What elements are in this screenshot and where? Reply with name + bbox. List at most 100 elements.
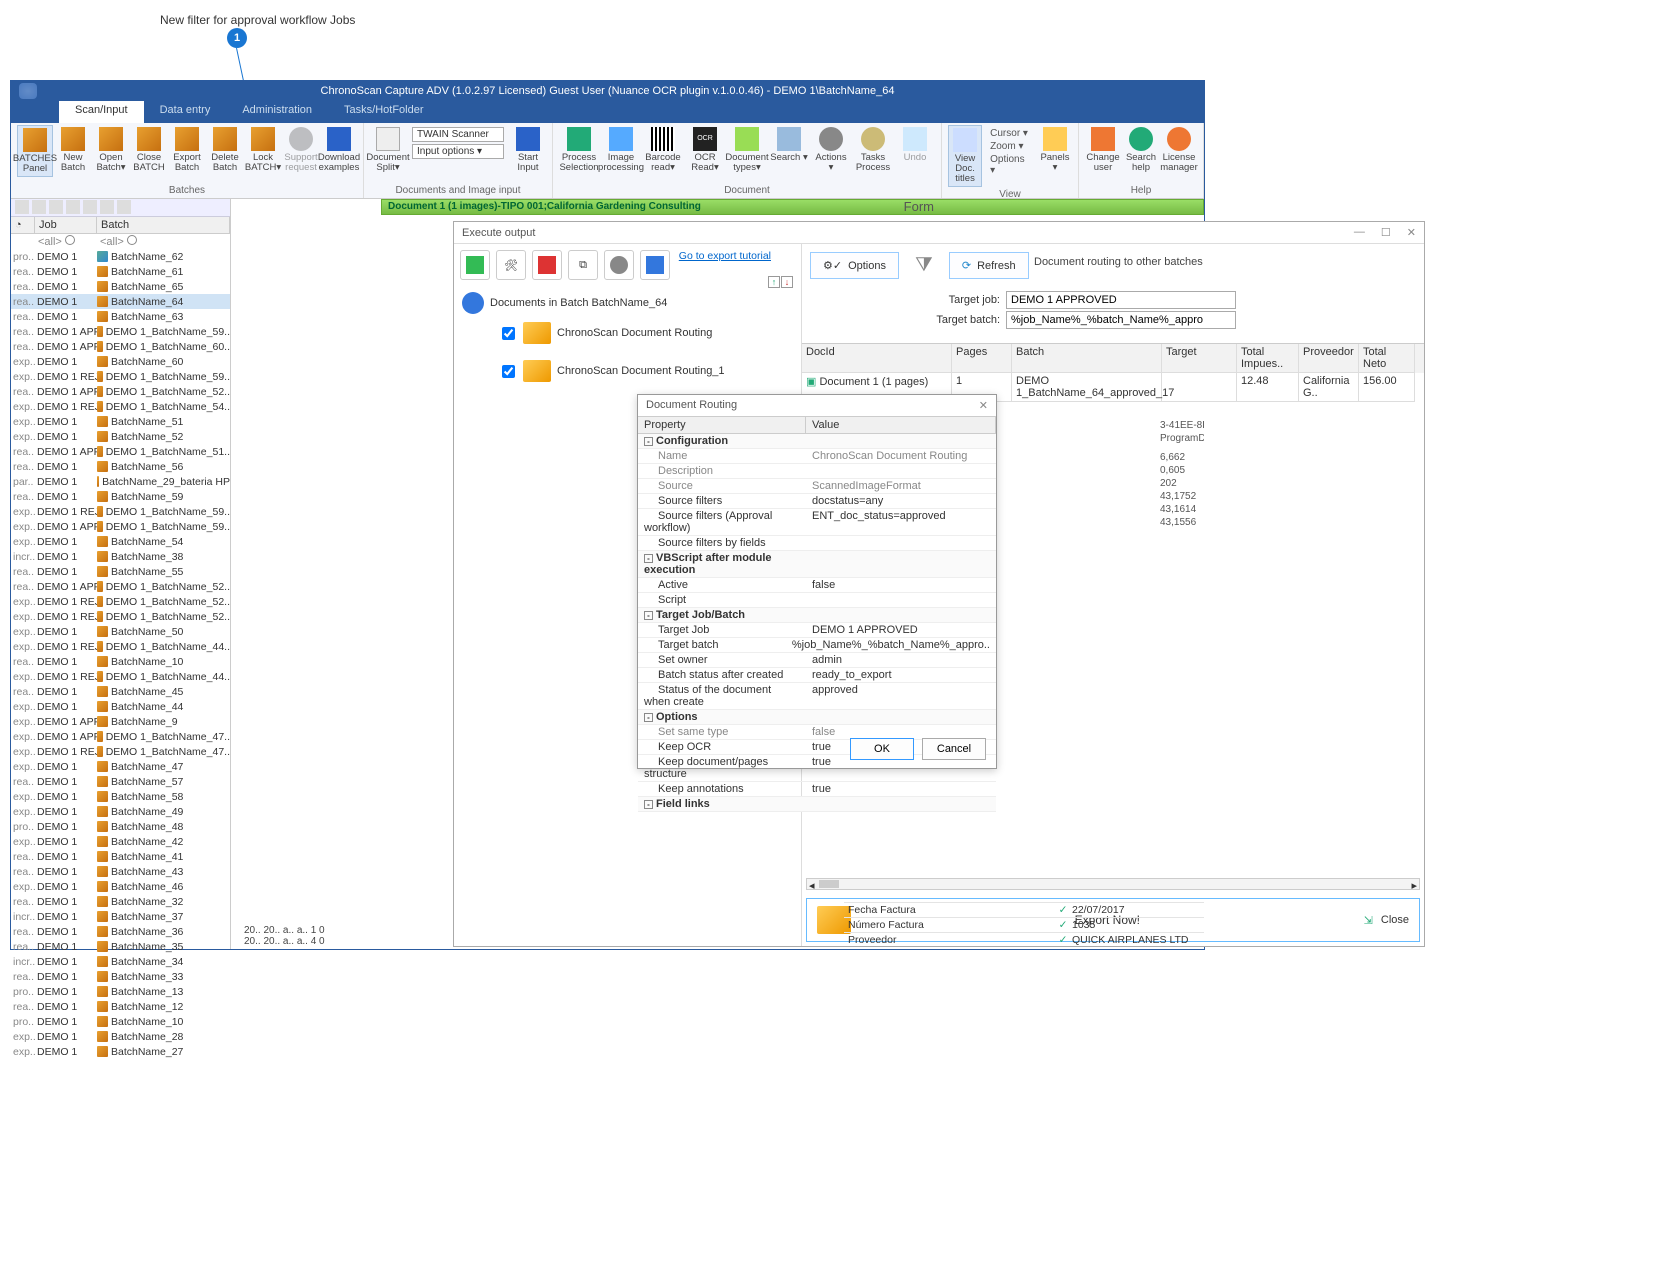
property-row[interactable]: -Target Job/Batch: [638, 608, 996, 623]
open-batch-button[interactable]: Open Batch▾: [93, 125, 129, 177]
batch-row[interactable]: exp..DEMO 1BatchName_47: [11, 759, 230, 774]
batch-row[interactable]: exp..DEMO 1 REJ..DEMO 1_BatchName_59..: [11, 504, 230, 519]
col-batch[interactable]: Batch: [97, 217, 230, 233]
batch-row[interactable]: rea..DEMO 1BatchName_64: [11, 294, 230, 309]
property-row[interactable]: -Field links: [638, 797, 996, 812]
barcode-read-button[interactable]: Barcode read▾: [643, 125, 683, 175]
close-batch-button[interactable]: Close BATCH: [131, 125, 167, 177]
dialog-close-button[interactable]: ✕: [979, 399, 988, 412]
view-doc-titles-button[interactable]: View Doc. titles: [948, 125, 982, 187]
property-row[interactable]: Description: [638, 464, 996, 479]
document-split-button[interactable]: Document Split▾: [370, 125, 406, 175]
property-row[interactable]: Source filters (Approval workflow)ENT_do…: [638, 509, 996, 536]
expand-toggle[interactable]: -: [644, 800, 653, 809]
property-row[interactable]: -Options: [638, 710, 996, 725]
batch-row[interactable]: rea..DEMO 1BatchName_61: [11, 264, 230, 279]
license-manager-button[interactable]: License manager: [1161, 125, 1197, 175]
batch-row[interactable]: rea..DEMO 1BatchName_41: [11, 849, 230, 864]
batch-row[interactable]: exp..DEMO 1BatchName_46: [11, 879, 230, 894]
batch-row[interactable]: exp..DEMO 1BatchName_42: [11, 834, 230, 849]
batch-row[interactable]: pro..DEMO 1BatchName_13: [11, 984, 230, 999]
zoom-menu[interactable]: Zoom ▾: [990, 141, 1030, 152]
batch-row[interactable]: par..DEMO 1BatchName_29_bateria HP: [11, 474, 230, 489]
col-batch[interactable]: Batch: [1012, 344, 1162, 373]
batch-row[interactable]: exp..DEMO 1BatchName_49: [11, 804, 230, 819]
tab-data-entry[interactable]: Data entry: [144, 101, 227, 123]
batch-row[interactable]: exp..DEMO 1BatchName_52: [11, 429, 230, 444]
batch-row[interactable]: rea..DEMO 1BatchName_35: [11, 939, 230, 954]
export-tutorial-link[interactable]: Go to export tutorial: [679, 250, 771, 262]
expand-toggle[interactable]: -: [644, 611, 653, 620]
batch-row[interactable]: exp..DEMO 1BatchName_51: [11, 414, 230, 429]
search-help-button[interactable]: Search help: [1123, 125, 1159, 175]
ok-button[interactable]: OK: [850, 738, 914, 760]
batch-row[interactable]: rea..DEMO 1BatchName_45: [11, 684, 230, 699]
save-button[interactable]: [640, 250, 670, 280]
batch-row[interactable]: exp..DEMO 1 REJ..DEMO 1_BatchName_59..: [11, 369, 230, 384]
expand-toggle[interactable]: -: [644, 554, 653, 563]
lock-batch-button[interactable]: Lock BATCH▾: [245, 125, 281, 177]
close-button[interactable]: ⇲Close: [1364, 914, 1409, 927]
tool-icon[interactable]: [49, 200, 63, 214]
undo-button[interactable]: Undo: [895, 125, 935, 175]
batch-row[interactable]: exp..DEMO 1BatchName_60: [11, 354, 230, 369]
property-row[interactable]: Source filtersdocstatus=any: [638, 494, 996, 509]
move-up-button[interactable]: ↑: [768, 276, 780, 288]
batch-row[interactable]: exp..DEMO 1BatchName_50: [11, 624, 230, 639]
form-field-row[interactable]: Proveedor✓QUICK AIRPLANES LTD: [844, 932, 1204, 947]
tab-scan-input[interactable]: Scan/Input: [59, 101, 144, 123]
batch-row[interactable]: rea..DEMO 1BatchName_59: [11, 489, 230, 504]
change-user-button[interactable]: Change user: [1085, 125, 1121, 175]
batch-row[interactable]: rea..DEMO 1BatchName_63: [11, 309, 230, 324]
scanner-select[interactable]: TWAIN Scanner: [412, 127, 504, 142]
batch-row[interactable]: incr..DEMO 1BatchName_34: [11, 954, 230, 969]
tree-root[interactable]: Documents in Batch BatchName_64: [462, 292, 793, 314]
copy-button[interactable]: ⧉: [568, 250, 598, 280]
tab-administration[interactable]: Administration: [226, 101, 328, 123]
batch-row[interactable]: rea..DEMO 1BatchName_36: [11, 924, 230, 939]
horizontal-scrollbar[interactable]: ◂▸: [806, 878, 1420, 890]
tree-node[interactable]: ChronoScan Document Routing: [502, 322, 793, 344]
close-button[interactable]: ✕: [1407, 226, 1416, 239]
batch-row[interactable]: exp..DEMO 1 REJ..DEMO 1_BatchName_54..: [11, 399, 230, 414]
maximize-button[interactable]: ☐: [1381, 226, 1391, 239]
support-request-button[interactable]: Support request: [283, 125, 319, 177]
job-filter[interactable]: <all>: [35, 234, 97, 249]
tool-icon[interactable]: [32, 200, 46, 214]
batch-row[interactable]: exp..DEMO 1 APP..DEMO 1_BatchName_47..: [11, 729, 230, 744]
property-row[interactable]: Activefalse: [638, 578, 996, 593]
batch-row[interactable]: incr..DEMO 1BatchName_38: [11, 549, 230, 564]
tree-node[interactable]: ChronoScan Document Routing_1: [502, 360, 793, 382]
search-button[interactable]: Search ▾: [769, 125, 809, 175]
batch-row[interactable]: exp..DEMO 1 REJ..DEMO 1_BatchName_52..: [11, 609, 230, 624]
batch-row[interactable]: rea..DEMO 1 APP..DEMO 1_BatchName_51..: [11, 444, 230, 459]
batch-row[interactable]: rea..DEMO 1 APP..DEMO 1_BatchName_52..: [11, 579, 230, 594]
batch-row[interactable]: rea..DEMO 1BatchName_57: [11, 774, 230, 789]
property-row[interactable]: Status of the document when createapprov…: [638, 683, 996, 710]
refresh-button[interactable]: ⟳Refresh: [949, 252, 1029, 279]
funnel-icon[interactable]: ⧩: [915, 254, 933, 277]
property-row[interactable]: -Configuration: [638, 434, 996, 449]
batch-row[interactable]: exp..DEMO 1 APP..BatchName_9: [11, 714, 230, 729]
cancel-button[interactable]: Cancel: [922, 738, 986, 760]
batch-row[interactable]: rea..DEMO 1BatchName_65: [11, 279, 230, 294]
tool-icon[interactable]: [66, 200, 80, 214]
col-neto[interactable]: Total Neto: [1359, 344, 1415, 373]
system-menu-icon[interactable]: [19, 83, 37, 99]
col-value[interactable]: Value: [806, 417, 996, 433]
property-row[interactable]: -VBScript after module execution: [638, 551, 996, 578]
batch-row[interactable]: exp..DEMO 1BatchName_58: [11, 789, 230, 804]
batch-row[interactable]: exp..DEMO 1BatchName_27: [11, 1044, 230, 1059]
move-down-button[interactable]: ↓: [781, 276, 793, 288]
tool-icon[interactable]: [15, 200, 29, 214]
property-row[interactable]: NameChronoScan Document Routing: [638, 449, 996, 464]
batch-row[interactable]: rea..DEMO 1 APP..DEMO 1_BatchName_60..: [11, 339, 230, 354]
start-input-button[interactable]: Start Input: [510, 125, 546, 175]
options-menu[interactable]: Options ▾: [990, 154, 1030, 176]
batch-row[interactable]: exp..DEMO 1 REJ..DEMO 1_BatchName_47..: [11, 744, 230, 759]
form-field-row[interactable]: Número Factura✓1035: [844, 917, 1204, 932]
col-pages[interactable]: Pages: [952, 344, 1012, 373]
property-row[interactable]: Set owneradmin: [638, 653, 996, 668]
tool-icon[interactable]: [100, 200, 114, 214]
property-row[interactable]: Batch status after createdready_to_expor…: [638, 668, 996, 683]
